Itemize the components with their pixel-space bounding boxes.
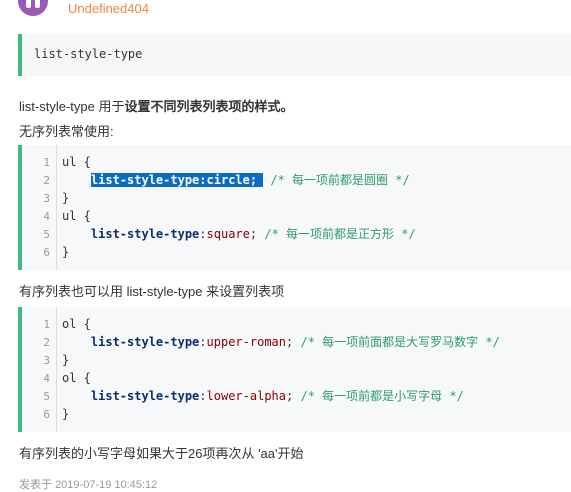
line-number: 6 (43, 408, 50, 421)
author-name[interactable]: Undefined404 (68, 1, 149, 16)
code-declaration: list-style-type:lower-alpha; (90, 389, 294, 403)
code-selector: ol (62, 317, 77, 331)
code-text: } (62, 351, 69, 369)
avatar[interactable] (18, 0, 48, 16)
code-line: 5 list-style-type:square; /* 每一项前都是正方形 *… (22, 225, 571, 243)
line-number: 5 (43, 228, 50, 241)
code-line: 4 ol { (22, 369, 571, 387)
code-block-unordered: 1 ul {2 list-style-type:circle; /* 每一项前都是… (18, 145, 571, 270)
code-comment: /* 每一项前面都是大写罗马数字 */ (300, 335, 500, 349)
code-declaration: list-style-type:upper-roman; (90, 335, 294, 349)
code-line: 6} (22, 243, 571, 261)
code-property: list-style-type (90, 227, 200, 241)
intro-text: 用于 (94, 99, 125, 114)
code-line: 6} (22, 405, 571, 423)
code-line: 4 ul { (22, 207, 571, 225)
code-text: ol { (62, 369, 91, 387)
posted-label: 发表于 (19, 479, 52, 491)
ordered-label: 有序列表也可以用 list-style-type 来设置列表项 (19, 284, 285, 299)
code-brace: { (76, 371, 91, 385)
line-number: 2 (43, 336, 50, 349)
code-text: list-style-type:square; /* 每一项前都是正方形 */ (62, 225, 416, 243)
unordered-label: 无序列表常使用: (19, 124, 114, 139)
code-text: ul { (62, 153, 91, 171)
code-value: lower-alpha (206, 389, 286, 403)
line-number: 4 (43, 210, 50, 223)
code-line: 5 list-style-type:lower-alpha; /* 每一项前都是… (22, 387, 571, 405)
selected-declaration: list-style-type:circle; (90, 173, 264, 187)
code-property: list-style-type (90, 173, 200, 187)
intro-term: list-style-type (19, 99, 95, 114)
code-brace: } (62, 407, 70, 421)
post-date: 2019-07-19 10:45:12 (55, 479, 158, 491)
code-property: list-style-type (90, 389, 200, 403)
line-number: 1 (43, 318, 50, 331)
code-selector: ol (62, 371, 77, 385)
code-text: list-style-type:upper-roman; /* 每一项前面都是大… (62, 333, 500, 351)
code-brace: { (76, 209, 91, 223)
code-property: list-style-type (90, 335, 200, 349)
code-line: 3} (22, 189, 571, 207)
code-line: 2 list-style-type:upper-roman; /* 每一项前面都… (22, 333, 571, 351)
code-text: } (62, 405, 69, 423)
code-line: 1 ul { (22, 153, 571, 171)
code-selector: ul (62, 155, 77, 169)
code-declaration: list-style-type:square; (90, 227, 258, 241)
line-number: 5 (43, 390, 50, 403)
code-value: upper-roman (206, 335, 286, 349)
code-comment: /* 每一项前都是正方形 */ (264, 227, 416, 241)
code-block-ordered: 1 ol {2 list-style-type:upper-roman; /* 每… (18, 307, 571, 432)
code-text: list-style-type:circle; /* 每一项前都是圆圈 */ (62, 171, 410, 189)
line-number: 1 (43, 156, 50, 169)
line-number: 3 (43, 192, 50, 205)
code-brace: } (62, 191, 70, 205)
line-number: 3 (43, 354, 50, 367)
code-text: } (62, 189, 69, 207)
quote-text: list-style-type (34, 47, 143, 61)
code-line: 1 ol { (22, 315, 571, 333)
code-text: ol { (62, 315, 91, 333)
code-brace: } (62, 353, 70, 367)
code-text: } (62, 243, 69, 261)
code-line: 3} (22, 351, 571, 369)
code-selector: ul (62, 209, 77, 223)
code-text: list-style-type:lower-alpha; /* 每一项前都是小写… (62, 387, 464, 405)
code-value: square (206, 227, 250, 241)
code-brace: } (62, 245, 70, 259)
code-text: ul { (62, 207, 91, 225)
note-paragraph: 有序列表的小写字母如果大于26项再次从 'aa'开始 (19, 446, 304, 461)
code-brace: { (76, 317, 91, 331)
code-line: 2 list-style-type:circle; /* 每一项前都是圆圈 */ (22, 171, 571, 189)
code-comment: /* 每一项前都是小写字母 */ (300, 389, 464, 403)
code-value: circle (206, 173, 250, 187)
post-footer: 发表于 2019-07-19 10:45:12 (19, 476, 157, 492)
code-comment: /* 每一项前都是圆圈 */ (270, 173, 410, 187)
intro-bold-text: 设置不同列表列表项的样式。 (124, 99, 294, 114)
quote-block: list-style-type (18, 34, 571, 76)
line-number: 2 (43, 174, 50, 187)
code-brace: { (76, 155, 91, 169)
line-number: 4 (43, 372, 50, 385)
intro-paragraph: list-style-type 用于设置不同列表列表项的样式。 (19, 96, 294, 115)
line-number: 6 (43, 246, 50, 259)
